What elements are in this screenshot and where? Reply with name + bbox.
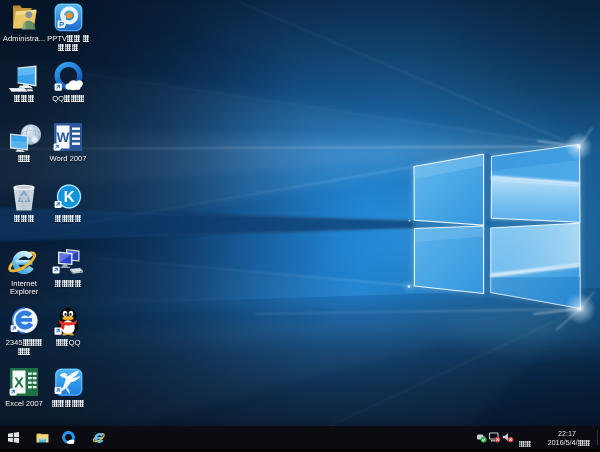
svg-text:W: W <box>57 130 70 145</box>
svg-text:K: K <box>63 189 75 206</box>
